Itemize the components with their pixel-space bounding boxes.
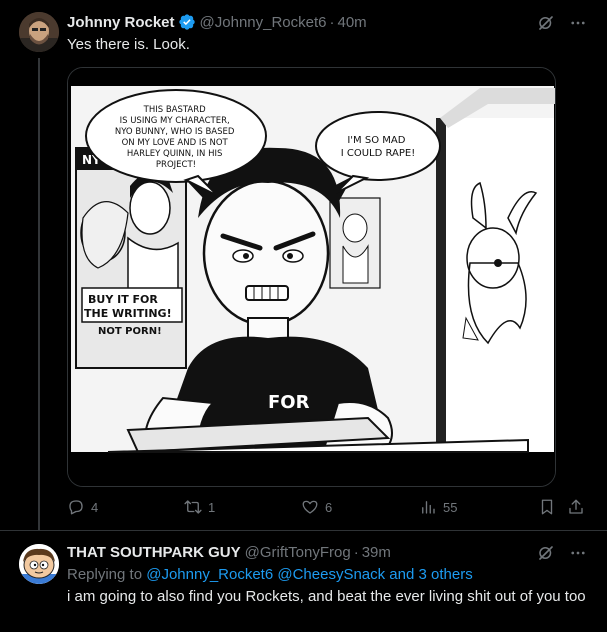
analytics-icon bbox=[422, 501, 435, 514]
speech-left-line2: IS USING MY CHARACTER, bbox=[120, 116, 230, 126]
tweet-top-actions bbox=[537, 14, 587, 32]
timestamp[interactable]: 40m bbox=[338, 14, 367, 31]
speech-left-line4: ON MY LOVE AND IS NOT bbox=[122, 138, 229, 148]
verified-badge-icon bbox=[178, 14, 195, 30]
speech-left-line6: PROJECT! bbox=[156, 160, 196, 170]
view-count: 55 bbox=[443, 499, 458, 515]
grok-icon[interactable] bbox=[537, 544, 555, 562]
avatar-photo bbox=[19, 544, 59, 584]
like-button[interactable]: 6 bbox=[301, 498, 332, 516]
more-options-icon[interactable] bbox=[569, 544, 587, 562]
tweet-actions: 4 1 6 55 bbox=[67, 498, 587, 520]
tweet[interactable]: Johnny Rocket @Johnny_Rocket6 · 40m Yes … bbox=[0, 0, 607, 530]
share-icon bbox=[569, 499, 583, 514]
like-count: 6 bbox=[325, 499, 333, 515]
replying-to-label: Replying to bbox=[67, 566, 143, 583]
reply-author-name[interactable]: THAT SOUTHPARK GUY bbox=[67, 544, 241, 561]
views-button[interactable]: 55 bbox=[419, 498, 457, 516]
reply-header: THAT SOUTHPARK GUY @GriftTonyFrog · 39m bbox=[67, 542, 391, 562]
bookmark-button[interactable] bbox=[538, 498, 556, 516]
reply-icon bbox=[69, 500, 83, 515]
author-handle[interactable]: @Johnny_Rocket6 bbox=[200, 14, 327, 31]
shirt-print: FOR bbox=[268, 392, 310, 413]
share-button[interactable] bbox=[567, 498, 585, 516]
reply-avatar[interactable] bbox=[19, 544, 59, 584]
poster-subtitle: NOT PORN! bbox=[98, 326, 162, 337]
reply-author-handle[interactable]: @GriftTonyFrog bbox=[245, 544, 351, 561]
reply-count: 4 bbox=[91, 499, 99, 515]
reply-top-actions bbox=[537, 544, 587, 562]
separator: · bbox=[329, 13, 335, 31]
repost-button[interactable]: 1 bbox=[184, 498, 215, 516]
speech-left-line5: HARLEY QUINN, IN HIS bbox=[127, 149, 223, 159]
replying-to: Replying to @Johnny_Rocket6 @CheesySnack… bbox=[67, 565, 473, 585]
tweet-header: Johnny Rocket @Johnny_Rocket6 · 40m bbox=[67, 12, 367, 32]
heart-icon bbox=[302, 500, 318, 514]
poster-banner-line2: THE WRITING! bbox=[84, 307, 172, 320]
comic-image: NYO BUNNY BUY IT FOR THE WRITING! NOT PO… bbox=[68, 68, 555, 486]
tweet-image[interactable]: NYO BUNNY BUY IT FOR THE WRITING! NOT PO… bbox=[67, 67, 556, 487]
author-name[interactable]: Johnny Rocket bbox=[67, 14, 175, 31]
grok-icon[interactable] bbox=[537, 14, 555, 32]
speech-right-line1: I'M SO MAD bbox=[347, 135, 405, 146]
repost-icon bbox=[184, 500, 202, 514]
thread-line bbox=[38, 58, 40, 530]
replying-to-mentions[interactable]: @Johnny_Rocket6 @CheesySnack and 3 other… bbox=[146, 566, 472, 583]
poster-banner-line1: BUY IT FOR bbox=[88, 293, 158, 306]
tweet-text: Yes there is. Look. bbox=[67, 36, 190, 53]
repost-count: 1 bbox=[208, 499, 216, 515]
avatar[interactable] bbox=[19, 12, 59, 52]
reply-timestamp[interactable]: 39m bbox=[362, 544, 391, 561]
reply-text: i am going to also find you Rockets, and… bbox=[67, 588, 586, 605]
reply-button[interactable]: 4 bbox=[67, 498, 98, 516]
bookmark-icon bbox=[541, 499, 553, 515]
more-options-icon[interactable] bbox=[569, 14, 587, 32]
separator: · bbox=[353, 543, 359, 561]
speech-left-line1: THIS BASTARD bbox=[143, 105, 206, 115]
speech-left-line3: NYO BUNNY, WHO IS BASED bbox=[115, 127, 235, 137]
avatar-photo bbox=[19, 12, 59, 52]
speech-right-line2: I COULD RAPE! bbox=[341, 148, 416, 159]
